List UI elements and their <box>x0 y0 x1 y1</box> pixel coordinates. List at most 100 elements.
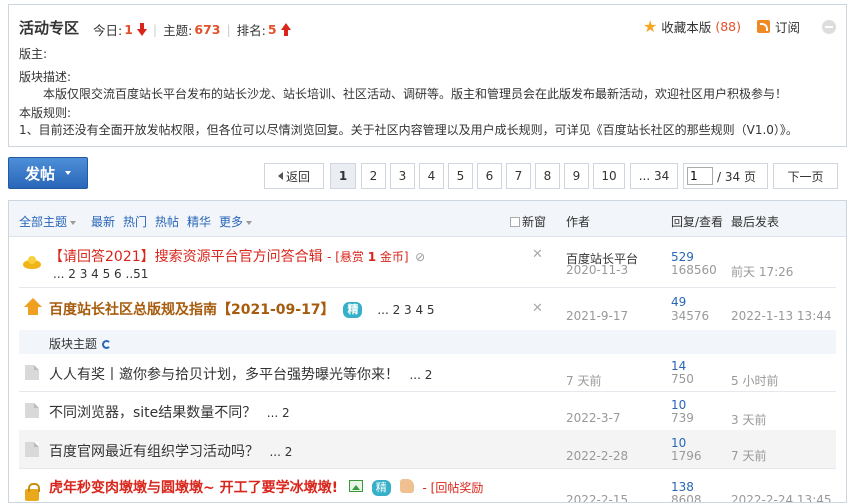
thread-row: 虎年秒变肉墩墩与圆墩墩~ 开工了要学冰墩墩! 精 - [回帖奖励 2022-2-… <box>9 469 846 503</box>
description-text: 本版仅限交流百度站长平台发布的站长沙龙、站长培训、社区活动、调研等。版主和管理员… <box>43 87 788 101</box>
pager-page-5[interactable]: 5 <box>448 163 473 189</box>
pager-back-button[interactable]: 返回 <box>264 163 324 189</box>
thread-date: 2020-11-3 <box>566 263 629 277</box>
image-icon <box>348 480 363 492</box>
thread-pages[interactable]: ... 2 <box>409 368 432 382</box>
thread-title-link[interactable]: 百度站长社区总版规及指南【2021-09-17】 精 ... 2 3 4 5 <box>49 299 435 319</box>
thread-date: 7 天前 <box>566 374 602 388</box>
thread-title-link[interactable]: 虎年秒变肉墩墩与圆墩墩~ 开工了要学冰墩墩! 精 - [回帖奖励 <box>49 477 483 497</box>
thread-title-link[interactable]: 百度官网最近有组织学习活动吗？ ... 2 <box>49 441 292 461</box>
pager-page-8[interactable]: 8 <box>535 163 560 189</box>
new-post-button[interactable]: 发帖 <box>8 157 88 189</box>
total-pages: / 34 页 <box>717 169 756 184</box>
thread-replies[interactable]: 529 <box>671 250 694 264</box>
thread-last-time[interactable]: 7 天前 <box>731 447 766 464</box>
pager-page-9[interactable]: 9 <box>564 163 589 189</box>
thread-row: 【请回答2021】搜索资源平台官方问答合辑 - [悬赏 1 金币] ⊘ ... … <box>9 238 846 286</box>
thread-last-time[interactable]: 2022-1-13 13:44 <box>731 309 832 323</box>
document-icon <box>25 365 39 380</box>
digest-badge: 精 <box>371 480 391 496</box>
thread-title-link[interactable]: 不同浏览器，site结果数量不同？ ... 2 <box>49 402 290 422</box>
pager-page-4[interactable]: 4 <box>419 163 444 189</box>
thread-row: 百度站长社区总版规及指南【2021-09-17】 精 ... 2 3 4 5 ✕… <box>9 288 846 333</box>
refresh-icon[interactable] <box>102 340 112 349</box>
thread-replies[interactable]: 10 <box>671 398 686 412</box>
chevron-left-icon <box>277 172 283 180</box>
pager-page-last[interactable]: ... 34 <box>630 163 678 189</box>
thread-last-time[interactable]: 前天 17:26 <box>731 263 793 280</box>
thread-views: 168560 <box>671 263 717 277</box>
section-header: 版块主题 <box>19 330 836 354</box>
thread-title-link[interactable]: 人人有奖丨邀你参与拾贝计划，多平台强势曝光等你来！ ... 2 <box>49 364 432 384</box>
close-icon[interactable]: ✕ <box>532 301 543 316</box>
filter-all-topics[interactable]: 全部主题 <box>19 213 77 230</box>
new-window-toggle[interactable]: 新窗 <box>510 213 546 230</box>
new-window-checkbox[interactable] <box>510 217 520 227</box>
pager-page-2[interactable]: 2 <box>361 163 386 189</box>
pager-page-7[interactable]: 7 <box>506 163 531 189</box>
thread-date: 2022-2-28 <box>566 449 629 463</box>
thread-row: 百度官网最近有组织学习活动吗？ ... 2 2022-2-28 10 1796 … <box>9 430 846 468</box>
reply-reward-tag: - [回帖奖励 <box>422 481 484 495</box>
filter-digest[interactable]: 精华 <box>187 213 211 230</box>
thread-list: 全部主题 最新 热门 热帖 精华 更多 新窗 作者 回复/查看 最后发表 【请回… <box>8 200 847 503</box>
rules-label: 本版规则: <box>19 106 72 120</box>
thread-pages[interactable]: ... 2 <box>267 406 290 420</box>
lock-icon <box>25 483 40 501</box>
star-icon[interactable]: ★ <box>643 18 657 35</box>
filter-trending[interactable]: 热帖 <box>155 213 179 230</box>
today-label: 今日: <box>93 23 123 38</box>
chevron-down-icon <box>65 171 71 175</box>
thread-views: 739 <box>671 411 694 425</box>
filter-hot[interactable]: 热门 <box>123 213 147 230</box>
pager-page-10[interactable]: 10 <box>593 163 625 189</box>
thread-date: 2022-2-15 <box>566 493 629 503</box>
thread-row: 不同浏览器，site结果数量不同？ ... 2 2022-3-7 10 739 … <box>9 392 846 430</box>
favorite-link[interactable]: 收藏本版 <box>661 17 711 36</box>
pager-page-1[interactable]: 1 <box>330 163 356 189</box>
pager-page-6[interactable]: 6 <box>477 163 502 189</box>
favorite-count: (88) <box>715 19 741 34</box>
thread-replies[interactable]: 49 <box>671 295 686 309</box>
pinned-arrow-icon <box>24 298 42 316</box>
rules-text: 1、目前还没有全面开放发帖权限，但各位可以尽情浏览回复。关于社区内容管理以及用户… <box>19 123 798 137</box>
rss-icon[interactable] <box>756 20 770 33</box>
thread-pages[interactable]: ... 2 3 4 5 6 ..51 <box>53 267 148 281</box>
description-label: 版块描述: <box>19 70 72 84</box>
col-author: 作者 <box>566 215 591 229</box>
forum-info-panel: 活动专区 今日: 1 | 主题: 673 | 排名: 5 ★ 收藏本版 (88)… <box>8 4 847 147</box>
attachment-icon: ⊘ <box>415 250 426 264</box>
thread-title-link[interactable]: 【请回答2021】搜索资源平台官方问答合辑 - [悬赏 1 金币] ⊘ <box>49 246 425 266</box>
thread-pages[interactable]: ... 2 <box>269 445 292 459</box>
filter-latest[interactable]: 最新 <box>91 213 115 230</box>
document-icon <box>25 442 39 457</box>
chevron-down-icon <box>246 220 253 225</box>
section-label[interactable]: 版块主题 <box>49 335 112 352</box>
thread-last-time[interactable]: 2022-2-24 13:45 <box>731 493 832 502</box>
thread-replies[interactable]: 138 <box>671 480 694 494</box>
bounty-tag: - [悬赏 1 金币] <box>327 250 409 264</box>
close-circle-icon[interactable] <box>822 19 836 34</box>
col-replies-views: 回复/查看 <box>671 215 724 229</box>
today-value: 1 <box>124 22 133 37</box>
thread-last-time[interactable]: 5 小时前 <box>731 372 778 389</box>
thread-pages[interactable]: ... 2 3 4 5 <box>377 303 434 317</box>
thread-replies[interactable]: 10 <box>671 436 686 450</box>
thread-date: 2022-3-7 <box>566 411 621 425</box>
thread-replies[interactable]: 14 <box>671 359 686 373</box>
thread-views: 8608 <box>671 493 702 503</box>
moderator-label: 版主: <box>19 47 48 61</box>
thread-last-time[interactable]: 3 天前 <box>731 411 766 428</box>
thread-list-header: 全部主题 最新 热门 热帖 精华 更多 新窗 作者 回复/查看 最后发表 <box>9 201 846 237</box>
pager-page-3[interactable]: 3 <box>390 163 415 189</box>
digest-badge: 精 <box>343 302 363 318</box>
pager-next-button[interactable]: 下一页 <box>773 163 838 189</box>
thread-views: 34576 <box>671 309 710 323</box>
subscribe-link[interactable]: 订阅 <box>775 17 800 36</box>
filter-more[interactable]: 更多 <box>219 213 253 230</box>
page-number-input[interactable] <box>687 167 713 185</box>
forum-stats: 今日: 1 | 主题: 673 | 排名: 5 <box>93 20 291 39</box>
close-icon[interactable]: ✕ <box>532 247 543 262</box>
thread-views: 750 <box>671 372 694 386</box>
arrow-down-icon <box>136 23 147 36</box>
